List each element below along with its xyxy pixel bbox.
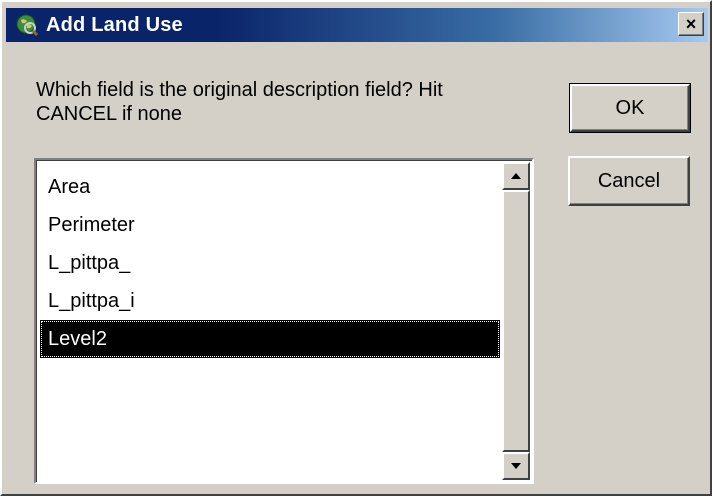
window-title: Add Land Use [46,13,183,36]
list-item[interactable]: L_pittpa_i [40,282,500,320]
vertical-scrollbar[interactable] [502,162,530,480]
field-list: Area Perimeter L_pittpa_ L_pittpa_i Leve… [40,168,500,358]
title-bar[interactable]: Add Land Use × [6,8,708,42]
scroll-up-button[interactable] [502,162,530,190]
dialog-window: Add Land Use × Which field is the origin… [0,0,712,496]
close-button[interactable]: × [678,12,704,36]
list-item-selected[interactable]: Level2 [40,320,500,358]
list-item[interactable]: L_pittpa_ [40,244,500,282]
close-icon: × [685,14,697,34]
prompt-line-1: Which field is the original description … [36,79,443,101]
field-listbox[interactable]: Area Perimeter L_pittpa_ L_pittpa_i Leve… [34,158,534,484]
prompt-line-2: CANCEL if none [36,103,182,125]
list-item[interactable]: Perimeter [40,206,500,244]
scroll-thumb[interactable] [502,190,530,452]
arrow-down-icon [510,457,522,475]
ok-button[interactable]: OK [569,83,691,133]
cancel-button[interactable]: Cancel [568,156,690,206]
arrow-up-icon [510,167,522,185]
list-item[interactable]: Area [40,168,500,206]
globe-app-icon [14,12,40,38]
prompt-text: Which field is the original description … [36,78,516,126]
scroll-down-button[interactable] [502,452,530,480]
